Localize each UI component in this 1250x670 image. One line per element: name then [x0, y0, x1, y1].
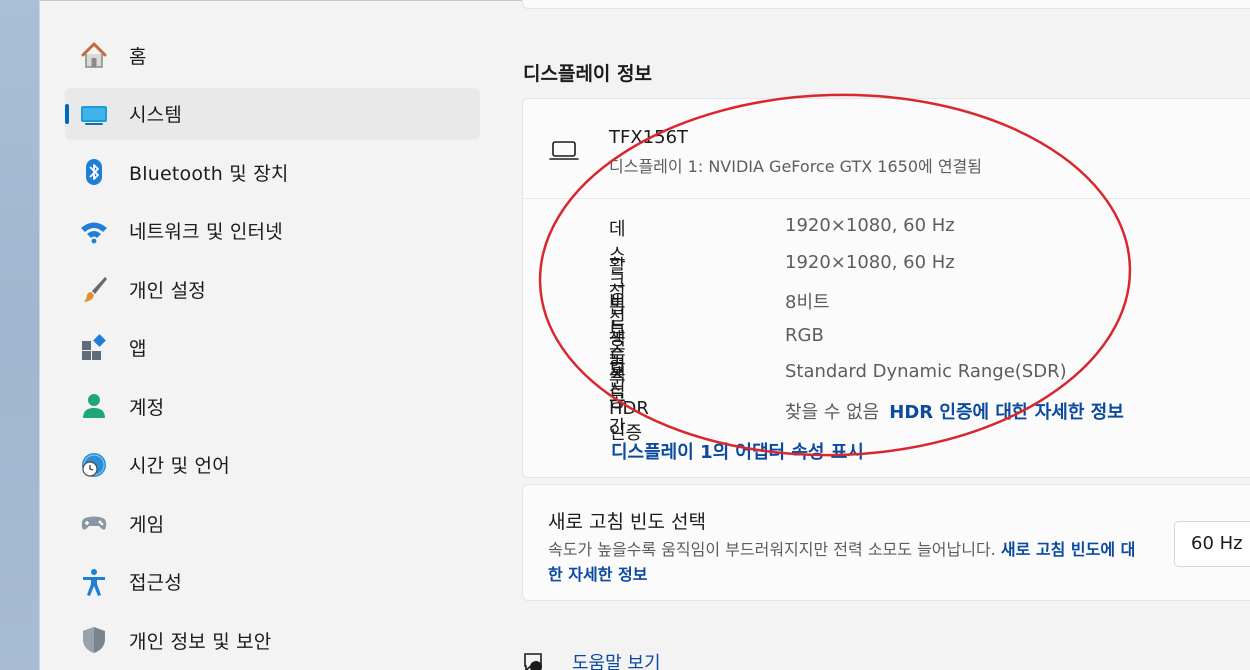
sidebar-item-label: 홈	[129, 45, 147, 68]
sidebar-item-accounts[interactable]: 계정	[65, 380, 480, 432]
account-icon	[79, 391, 109, 421]
monitor-header: TFX156T 디스플레이 1: NVIDIA GeForce GTX 1650…	[523, 99, 1250, 199]
help-row[interactable]: 도움말 보기	[522, 649, 661, 670]
help-link[interactable]: 도움말 보기	[572, 649, 661, 670]
gamepad-icon	[79, 508, 109, 538]
section-title: 디스플레이 정보	[523, 63, 652, 85]
sidebar-item-label: 시간 및 언어	[129, 455, 230, 477]
spec-value: RGB	[785, 324, 824, 346]
monitor-connection: 디스플레이 1: NVIDIA GeForce GTX 1650에 연결됨	[609, 157, 982, 176]
system-icon	[79, 99, 109, 129]
spec-value: 찾을 수 없음	[785, 401, 880, 423]
sidebar-item-label: 접근성	[129, 572, 183, 594]
refresh-rate-dropdown[interactable]: 60 Hz	[1174, 521, 1250, 567]
sidebar-item-label: 시스템	[129, 104, 183, 126]
settings-window: 홈 시스템 Bluetooth 및 장치 네트워크 및 인터넷 개인 설정 앱 …	[40, 0, 1250, 670]
spec-value: 8비트	[785, 292, 830, 313]
refresh-rate-description: 속도가 높을수록 움직임이 부드러워지지만 전력 소모도 늘어납니다. 새로 고…	[548, 537, 1148, 587]
sidebar-item-gaming[interactable]: 게임	[65, 497, 480, 549]
sidebar-item-label: 앱	[129, 338, 147, 360]
home-icon	[79, 40, 109, 70]
spec-value-wrap: 찾을 수 없음 HDR 인증에 대한 자세한 정보	[785, 398, 1124, 424]
sidebar-item-label: 개인 정보 및 보안	[129, 630, 272, 653]
apps-icon	[79, 333, 109, 363]
laptop-icon	[549, 139, 579, 167]
previous-card	[522, 0, 1250, 9]
sidebar-item-apps[interactable]: 앱	[65, 322, 480, 374]
refresh-rate-card: 새로 고침 빈도 선택 속도가 높을수록 움직임이 부드러워지지만 전력 소모도…	[522, 484, 1250, 601]
sidebar: 홈 시스템 Bluetooth 및 장치 네트워크 및 인터넷 개인 설정 앱 …	[65, 29, 480, 670]
sidebar-item-time-language[interactable]: 시간 및 언어	[65, 439, 480, 491]
display-info-card: TFX156T 디스플레이 1: NVIDIA GeForce GTX 1650…	[522, 98, 1250, 478]
accessibility-icon	[79, 567, 109, 597]
wifi-icon	[79, 216, 109, 246]
sidebar-item-bluetooth[interactable]: Bluetooth 및 장치	[65, 146, 480, 198]
sidebar-item-label: 계정	[129, 396, 165, 419]
help-icon	[522, 651, 544, 670]
sidebar-item-label: 개인 설정	[129, 279, 206, 302]
sidebar-item-label: Bluetooth 및 장치	[129, 162, 289, 185]
spec-value: 1920×1080, 60 Hz	[785, 215, 955, 236]
sidebar-item-home[interactable]: 홈	[65, 29, 480, 81]
shield-icon	[79, 625, 109, 655]
bluetooth-icon	[79, 157, 109, 187]
sidebar-item-personalization[interactable]: 개인 설정	[65, 263, 480, 315]
sidebar-item-label: 게임	[129, 513, 165, 536]
adapter-properties-link[interactable]: 디스플레이 1의 어댑터 속성 표시	[611, 438, 864, 464]
desktop-edge	[0, 0, 40, 670]
refresh-rate-title: 새로 고침 빈도 선택	[548, 511, 706, 533]
sidebar-item-label: 네트워크 및 인터넷	[129, 221, 283, 243]
sidebar-item-privacy[interactable]: 개인 정보 및 보안	[65, 614, 480, 666]
time-language-icon	[79, 450, 109, 480]
sidebar-item-accessibility[interactable]: 접근성	[65, 556, 480, 608]
spec-value: Standard Dynamic Range(SDR)	[785, 361, 1067, 382]
sidebar-item-network[interactable]: 네트워크 및 인터넷	[65, 205, 480, 257]
refresh-rate-desc-text: 속도가 높을수록 움직임이 부드러워지지만 전력 소모도 늘어납니다.	[548, 540, 996, 559]
paintbrush-icon	[79, 274, 109, 304]
hdr-info-link[interactable]: HDR 인증에 대한 자세한 정보	[889, 402, 1124, 423]
spec-value: 1920×1080, 60 Hz	[785, 251, 955, 273]
monitor-name: TFX156T	[609, 127, 689, 148]
sidebar-item-system[interactable]: 시스템	[65, 87, 480, 140]
